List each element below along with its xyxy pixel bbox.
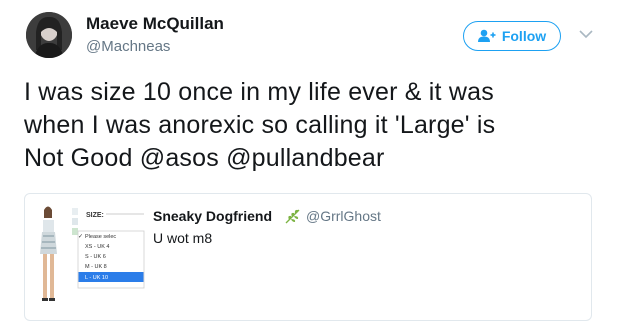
chevron-down-icon[interactable] bbox=[577, 27, 595, 41]
tweet-text: I was size 10 once in my life ever & it … bbox=[24, 76, 604, 175]
author-display-name[interactable]: Maeve McQuillan bbox=[86, 14, 224, 34]
leaf-icon bbox=[285, 209, 300, 224]
follow-button[interactable]: Follow bbox=[463, 21, 561, 51]
size-option: S - UK 6 bbox=[85, 254, 106, 260]
quoted-tweet-text: U wot m8 bbox=[153, 230, 213, 246]
size-label: SIZE: bbox=[86, 212, 104, 219]
follow-button-label: Follow bbox=[501, 28, 547, 44]
size-option: XS - UK 4 bbox=[85, 244, 109, 250]
quoted-tweet-card[interactable]: SIZE: ✓ Please selec XS - UK 4 S - UK 6 … bbox=[24, 193, 592, 321]
quoted-handle[interactable]: @GrrlGhost bbox=[306, 208, 381, 224]
tweet-text-line: Not Good @asos @pullandbear bbox=[24, 144, 385, 172]
avatar[interactable] bbox=[26, 12, 72, 58]
author-handle[interactable]: @Machneas bbox=[86, 38, 170, 55]
tweet-text-line: I was size 10 once in my life ever & it … bbox=[24, 78, 494, 106]
avatar-image bbox=[26, 12, 72, 58]
tweet-text-line: when I was anorexic so calling it 'Large… bbox=[24, 111, 496, 139]
size-option: Please selec bbox=[85, 234, 116, 240]
checkmark-icon: ✓ bbox=[78, 234, 83, 240]
quoted-display-name[interactable]: Sneaky Dogfriend bbox=[153, 208, 272, 224]
size-option: M - UK 8 bbox=[85, 264, 107, 270]
quoted-tweet-image[interactable]: SIZE: ✓ Please selec XS - UK 4 S - UK 6 … bbox=[34, 202, 154, 314]
add-user-icon bbox=[477, 29, 496, 42]
size-option-selected: L - UK 10 bbox=[85, 275, 108, 281]
